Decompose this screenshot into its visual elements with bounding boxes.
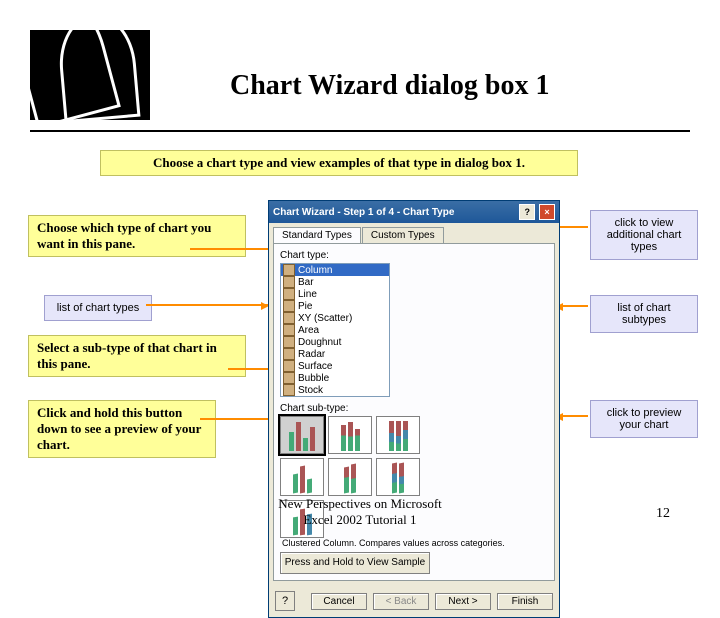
list-item: Column [281,264,389,276]
label-chart-subtype: Chart sub-type: [280,403,507,414]
tab-custom-types[interactable]: Custom Types [362,227,444,243]
list-item: XY (Scatter) [281,312,389,324]
list-item: Surface [281,360,389,372]
column-icon [283,264,295,276]
tab-standard-types[interactable]: Standard Types [273,227,361,243]
list-item: Area [281,324,389,336]
note-preview: Click and hold this button down to see a… [28,400,216,458]
balloon-list-subtypes: list of chart subtypes [590,295,698,333]
balloon-custom-types: click to view additional chart types [590,210,698,260]
subtype-thumb[interactable] [280,416,324,454]
list-item: Pie [281,300,389,312]
finish-button[interactable]: Finish [497,593,553,610]
list-item: Radar [281,348,389,360]
stock-icon [283,384,295,396]
slide-footer: New Perspectives on Microsoft Excel 2002… [0,496,720,528]
next-button[interactable]: Next > [435,593,491,610]
page-number: 12 [656,506,670,522]
bubble-icon [283,372,295,384]
back-button[interactable]: < Back [373,593,429,610]
subtype-description: Clustered Column. Compares values across… [280,538,511,552]
arrow-list-types [146,304,272,307]
divider [30,130,690,132]
slide-title: Chart Wizard dialog box 1 [230,70,549,102]
subtype-thumb[interactable] [328,416,372,454]
intro-callout: Choose a chart type and view examples of… [100,150,578,176]
list-item: Line [281,288,389,300]
scatter-icon [283,312,295,324]
close-icon[interactable]: × [539,204,555,220]
chart-wizard-dialog: Chart Wizard - Step 1 of 4 - Chart Type … [268,200,560,618]
subtype-thumb[interactable] [328,458,372,496]
radar-icon [283,348,295,360]
dialog-title-text: Chart Wizard - Step 1 of 4 - Chart Type [273,207,454,218]
subtype-thumb[interactable] [280,458,324,496]
bar-icon [283,276,295,288]
label-chart-type: Chart type: [280,250,390,261]
logo-image [30,30,150,120]
balloon-list-types: list of chart types [44,295,152,321]
subtype-thumb[interactable] [376,416,420,454]
area-icon [283,324,295,336]
arrow-choose-type [190,248,280,251]
list-item: Stock [281,384,389,396]
cancel-button[interactable]: Cancel [311,593,367,610]
pie-icon [283,300,295,312]
balloon-preview: click to preview your chart [590,400,698,438]
list-item: Doughnut [281,336,389,348]
note-select-subtype: Select a sub-type of that chart in this … [28,335,246,377]
press-hold-sample-button[interactable]: Press and Hold to View Sample [280,552,430,574]
surface-icon [283,360,295,372]
line-icon [283,288,295,300]
list-item: Bubble [281,372,389,384]
list-item: Bar [281,276,389,288]
chart-type-listbox[interactable]: Column Bar Line Pie XY (Scatter) Area Do… [280,263,390,397]
dialog-titlebar[interactable]: Chart Wizard - Step 1 of 4 - Chart Type … [269,201,559,223]
office-assistant-icon[interactable]: ? [275,591,295,611]
doughnut-icon [283,336,295,348]
subtype-thumb[interactable] [376,458,420,496]
help-icon[interactable]: ? [519,204,535,220]
